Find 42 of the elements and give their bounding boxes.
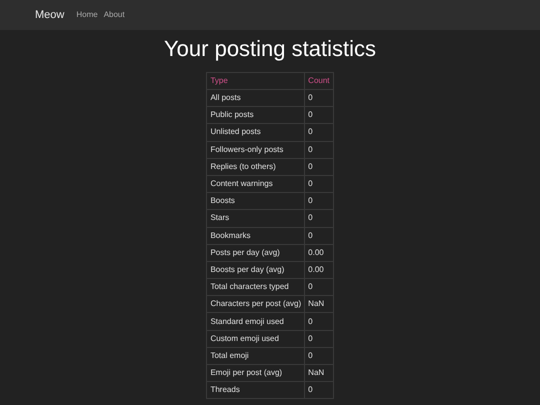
table-cell: Characters per post (avg) (206, 296, 305, 313)
table-cell: Boosts (206, 192, 305, 210)
table-cell: Stars (206, 210, 305, 227)
table-cell: Content warnings (206, 175, 305, 193)
table-cell: Followers-only posts (206, 141, 305, 158)
nav-link[interactable]: About (104, 9, 125, 21)
table-cell: Posts per day (avg) (206, 244, 305, 262)
table-cell: Unlisted posts (206, 124, 305, 142)
table-cell: 0 (304, 330, 334, 348)
table-cell: Standard emoji used (206, 312, 305, 330)
table-cell: All posts (206, 90, 305, 107)
table-cell: Total emoji (206, 347, 305, 364)
table-cell: 0 (304, 124, 334, 142)
nav-link[interactable]: Home (76, 9, 98, 21)
table-cell: NaN (304, 364, 334, 382)
page-title: Your posting statistics (163, 36, 377, 62)
table-cell: 0 (304, 227, 334, 244)
table-cell: Emoji per post (avg) (206, 364, 305, 382)
table-cell: 0.00 (304, 261, 334, 279)
table-cell: 0 (304, 141, 334, 158)
column-header: Type (206, 72, 305, 90)
table-cell: 0 (304, 347, 334, 364)
table-cell: Threads (206, 382, 305, 399)
brand-name[interactable]: Meow (35, 6, 64, 24)
table-cell: Replies (to others) (206, 158, 305, 176)
table-cell: 0 (304, 192, 334, 210)
table-cell: Total characters typed (206, 278, 305, 296)
table-cell: 0 (304, 278, 334, 296)
table-cell: 0.00 (304, 244, 334, 262)
table-cell: 0 (304, 106, 334, 124)
table-cell: 0 (304, 175, 334, 193)
column-header: Count (304, 72, 334, 90)
table-cell: 0 (304, 210, 334, 227)
table-cell: 0 (304, 90, 334, 107)
table-cell: 0 (304, 158, 334, 176)
table-cell: Boosts per day (avg) (206, 261, 305, 279)
table-cell: Custom emoji used (206, 330, 305, 348)
table-cell: Public posts (206, 106, 305, 124)
table-cell: 0 (304, 312, 334, 330)
table-cell: NaN (304, 296, 334, 313)
table-cell: Bookmarks (206, 227, 305, 244)
table-cell: 0 (304, 382, 334, 399)
